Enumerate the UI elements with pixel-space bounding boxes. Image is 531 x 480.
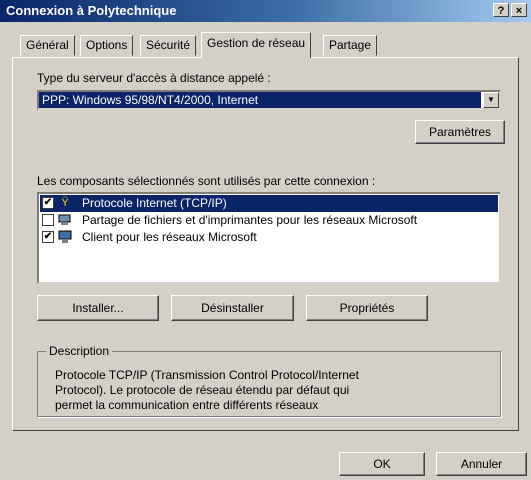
properties-button[interactable]: Propriétés <box>306 295 428 321</box>
ok-button[interactable]: OK <box>339 452 425 476</box>
install-button[interactable]: Installer... <box>37 295 159 321</box>
description-title: Description <box>46 344 113 358</box>
checkbox-tcpip[interactable]: ✔ <box>42 197 54 209</box>
components-label: Les composants sélectionnés sont utilisé… <box>37 174 376 188</box>
component-label: Partage de fichiers et d'imprimantes pou… <box>82 213 418 227</box>
component-row-sharing[interactable]: Partage de fichiers et d'imprimantes pou… <box>40 212 498 229</box>
description-line: Protocole TCP/IP (Transmission Control P… <box>55 368 359 382</box>
description-line: permet la communication entre différents… <box>55 398 319 412</box>
network-client-icon <box>58 230 72 244</box>
component-row-tcpip[interactable]: ✔ Ÿ Protocole Internet (TCP/IP) <box>40 195 498 212</box>
combo-arrow-icon[interactable]: ▼ <box>483 92 499 108</box>
network-service-icon <box>58 213 72 227</box>
checkbox-client[interactable]: ✔ <box>42 231 54 243</box>
network-protocol-icon: Ÿ <box>61 197 69 209</box>
parametres-button[interactable]: Paramètres <box>415 120 505 144</box>
cancel-button[interactable]: Annuler <box>436 452 527 476</box>
component-row-client[interactable]: ✔ Client pour les réseaux Microsoft <box>40 229 498 246</box>
components-list: ✔ Ÿ Protocole Internet (TCP/IP) Partage … <box>37 192 501 284</box>
server-type-value: PPP: Windows 95/98/NT4/2000, Internet <box>39 92 481 108</box>
description-line: Protocol). Le protocole de réseau étendu… <box>55 383 350 397</box>
server-type-select[interactable]: PPP: Windows 95/98/NT4/2000, Internet ▼ <box>37 90 501 110</box>
description-group: Description Protocole TCP/IP (Transmissi… <box>37 344 501 417</box>
checkbox-sharing[interactable] <box>42 214 54 226</box>
component-label: Client pour les réseaux Microsoft <box>82 230 257 244</box>
dialog-window: Connexion à Polytechnique ? × Général Op… <box>0 0 531 480</box>
uninstall-button[interactable]: Désinstaller <box>171 295 294 321</box>
component-label: Protocole Internet (TCP/IP) <box>82 196 227 210</box>
server-type-label: Type du serveur d'accès à distance appel… <box>37 71 271 85</box>
